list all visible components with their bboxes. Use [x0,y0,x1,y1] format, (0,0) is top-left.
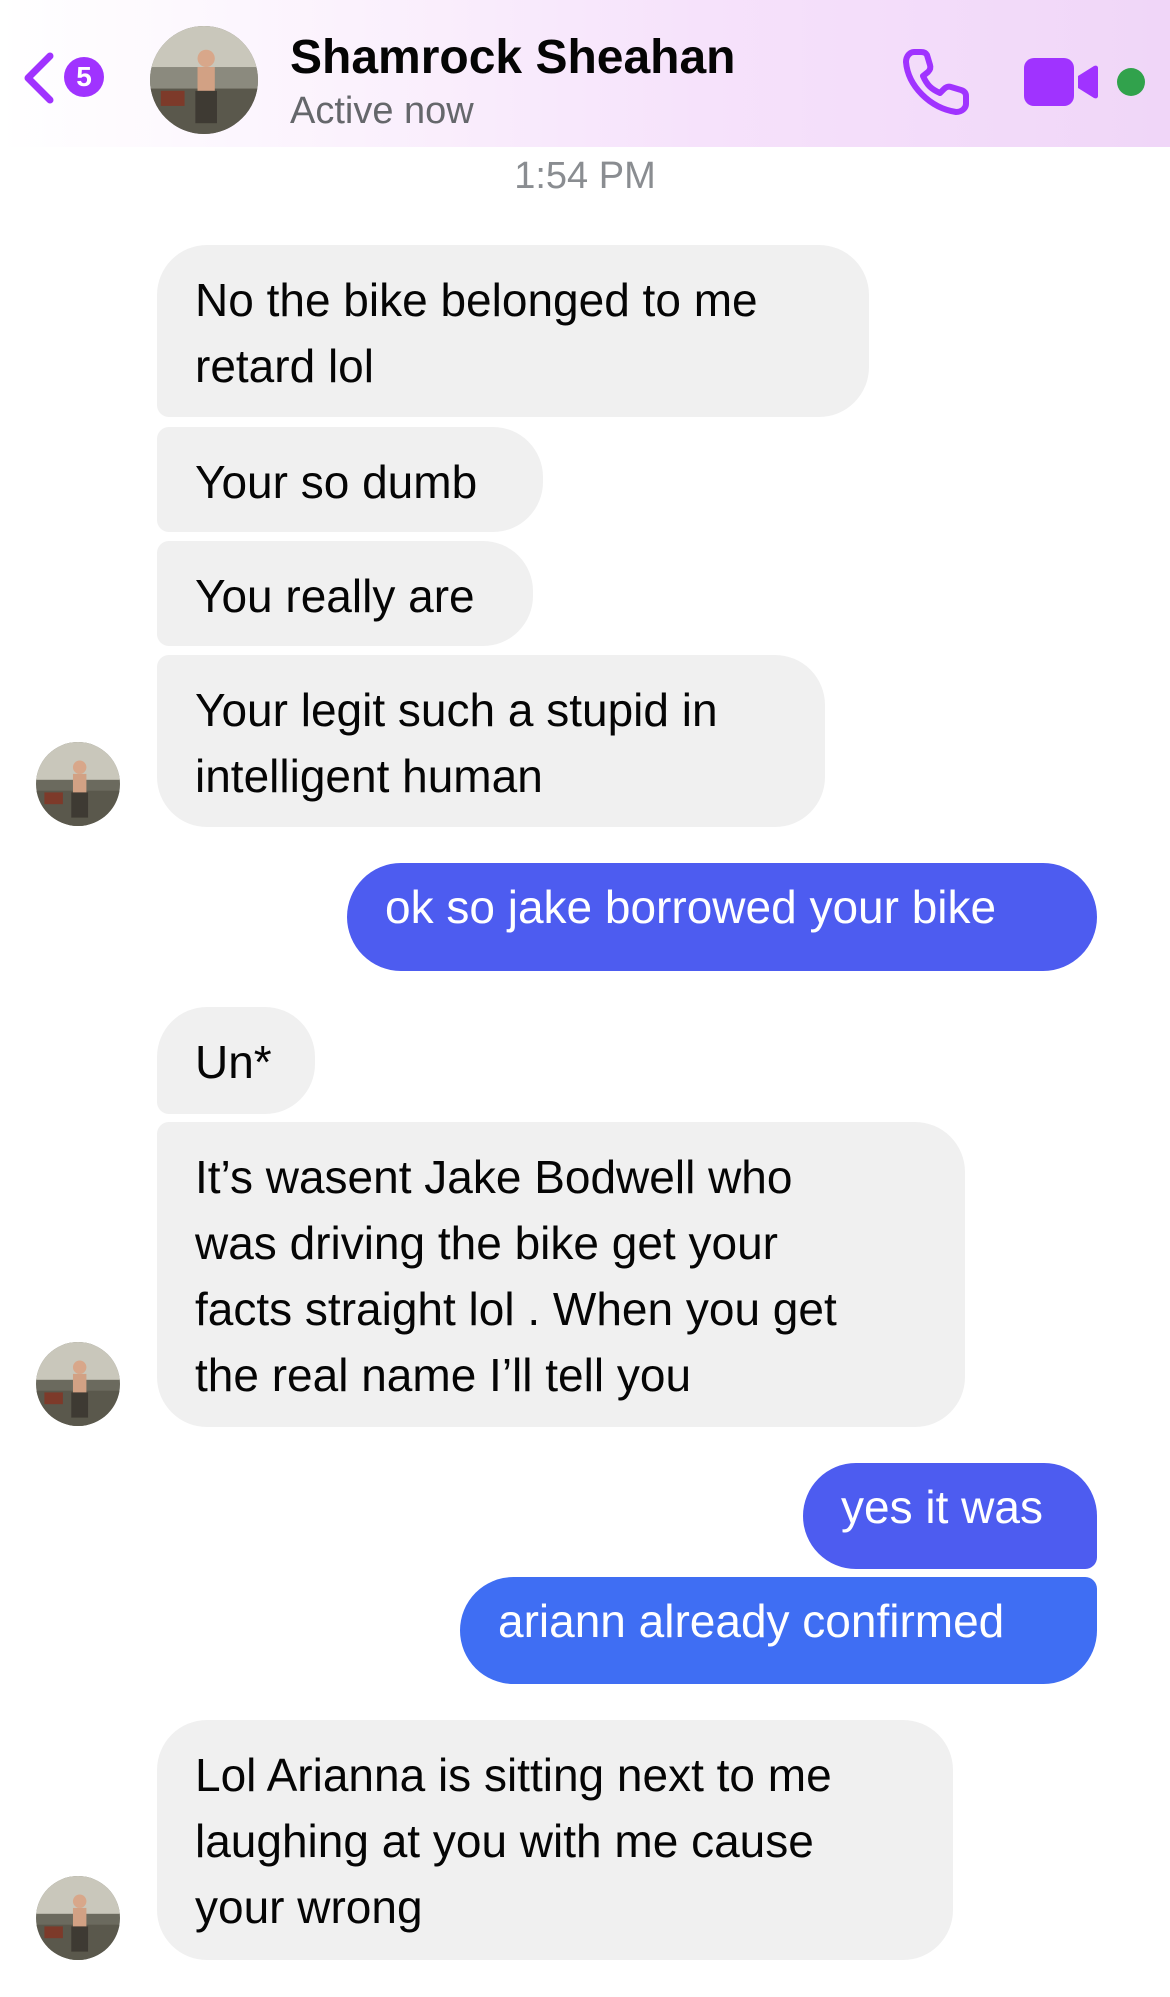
incoming-message[interactable]: It’s wasent Jake Bodwell who was driving… [157,1122,965,1427]
avatar-photo [150,26,258,134]
incoming-message[interactable]: Your legit such a stupid in intelligent … [157,655,825,827]
chevron-left-icon [24,52,54,104]
message-line: facts straight lol . When you get [195,1283,837,1335]
outgoing-message[interactable]: ariann already confirmed [460,1577,1097,1684]
message-line: It’s wasent Jake Bodwell who [195,1151,793,1203]
contact-name[interactable]: Shamrock Sheahan [290,30,736,85]
incoming-message[interactable]: Lol Arianna is sitting next to me laughi… [157,1720,953,1960]
incoming-message[interactable]: No the bike belonged to me retard lol [157,245,869,417]
message-line: Lol Arianna is sitting next to me [195,1749,832,1801]
online-indicator [1117,68,1145,96]
message-line: You really are [195,570,475,622]
outgoing-message[interactable]: ok so jake borrowed your bike [347,863,1097,971]
message-line: yes it was [841,1481,1043,1533]
contact-avatar[interactable] [150,26,258,134]
outgoing-message[interactable]: yes it was [803,1463,1097,1569]
sender-avatar[interactable] [36,1342,120,1426]
message-line: No the bike belonged to me [195,274,758,326]
sender-avatar[interactable] [36,742,120,826]
avatar-photo [36,1876,120,1960]
unread-count-badge: 5 [64,57,104,97]
message-line: ok so jake borrowed your bike [385,881,997,933]
incoming-message[interactable]: Your so dumb [157,427,543,532]
active-status: Active now [290,90,474,132]
incoming-message[interactable]: You really are [157,541,533,646]
avatar-photo [36,1342,120,1426]
message-line: the real name I’ll tell you [195,1349,692,1401]
message-line: your wrong [195,1881,423,1933]
message-line: ariann already confirmed [498,1595,1005,1647]
chat-header: 5 Shamrock Sheahan Active now [0,0,1170,147]
message-timestamp: 1:54 PM [514,155,656,197]
phone-icon[interactable] [900,44,974,118]
message-line: laughing at you with me cause [195,1815,814,1867]
video-camera-icon[interactable] [1022,52,1102,112]
message-line: Un* [195,1036,272,1088]
sender-avatar[interactable] [36,1876,120,1960]
incoming-message[interactable]: Un* [157,1007,315,1114]
back-button[interactable]: 5 [22,46,132,110]
message-line: was driving the bike get your [195,1217,778,1269]
message-line: Your so dumb [195,456,478,508]
message-line: Your legit such a stupid in [195,684,718,736]
message-line: retard lol [195,340,374,392]
avatar-photo [36,742,120,826]
message-line: intelligent human [195,750,543,802]
